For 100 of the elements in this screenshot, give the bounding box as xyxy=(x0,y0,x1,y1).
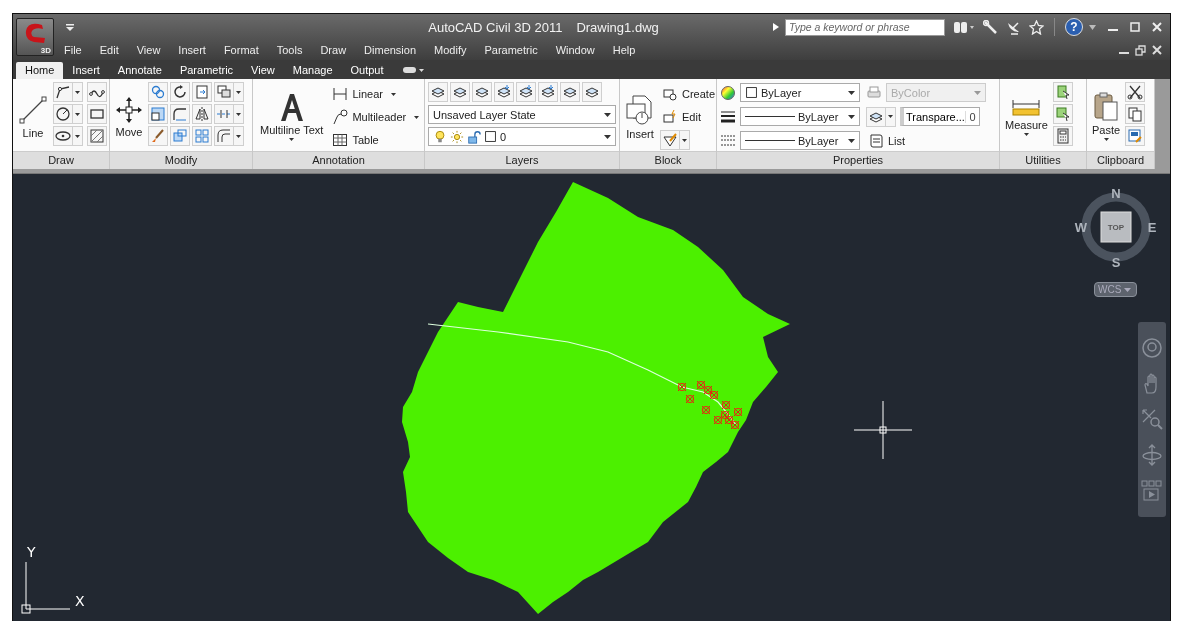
panel-title[interactable]: Layers xyxy=(425,151,619,169)
fillet-button[interactable] xyxy=(170,104,190,124)
table-button[interactable]: Table xyxy=(330,130,422,150)
menu-item[interactable]: Parametric xyxy=(474,44,546,56)
menu-item[interactable]: Dimension xyxy=(354,44,425,56)
layer-previous-button[interactable] xyxy=(494,82,514,102)
expand-arrow-icon[interactable] xyxy=(773,23,779,31)
ribbon-tab[interactable]: Manage xyxy=(283,62,342,79)
layer-off-button[interactable] xyxy=(538,82,558,102)
layer-dropdown[interactable]: 0 xyxy=(428,127,616,146)
menu-item[interactable]: Tools xyxy=(266,44,311,56)
ribbon-tab[interactable]: Parametric xyxy=(170,62,243,79)
drawing-area[interactable]: Y X N W TOP E S WCS xyxy=(13,173,1170,621)
transparency-field[interactable]: Transpare... 0 xyxy=(900,107,980,126)
panel-title[interactable]: Modify xyxy=(110,151,252,169)
transparency-button[interactable] xyxy=(866,106,886,127)
dimension-button[interactable]: Linear xyxy=(330,84,422,104)
restore-icon[interactable] xyxy=(1135,44,1146,56)
offset-button[interactable] xyxy=(214,126,234,146)
panel-title[interactable]: Annotation xyxy=(253,151,424,169)
panel-title[interactable]: Utilities xyxy=(1000,151,1086,169)
help-button[interactable]: ? xyxy=(1065,18,1083,36)
menu-item[interactable]: Window xyxy=(545,44,603,56)
dropdown-button[interactable] xyxy=(234,82,244,102)
help-caret-icon[interactable] xyxy=(1089,24,1096,30)
panel-title[interactable]: Clipboard xyxy=(1087,151,1154,169)
copy-button[interactable] xyxy=(148,82,168,102)
rotate-button[interactable] xyxy=(170,82,190,102)
application-menu-button[interactable]: 3D xyxy=(16,18,54,56)
dropdown-button[interactable] xyxy=(73,104,83,124)
viewcube-face[interactable]: TOP xyxy=(1100,211,1132,243)
rectangle-button[interactable] xyxy=(87,104,107,124)
search-field[interactable]: Type a keyword or phrase xyxy=(785,18,945,36)
list-button[interactable]: List xyxy=(866,130,908,151)
dropdown-button[interactable] xyxy=(886,106,896,127)
leader-button[interactable]: Multileader xyxy=(330,107,422,127)
layer-unisolate-button[interactable] xyxy=(560,82,580,102)
menu-item[interactable]: Help xyxy=(602,44,644,56)
close-icon[interactable] xyxy=(1152,22,1162,32)
quick-select-button[interactable] xyxy=(1052,104,1073,124)
ribbon-tab[interactable]: Annotate xyxy=(108,62,171,79)
binoculars-icon[interactable] xyxy=(953,20,975,34)
showmotion-icon[interactable] xyxy=(1141,480,1163,503)
draw-order-button[interactable] xyxy=(214,82,234,102)
create-block-button[interactable]: Create xyxy=(660,84,716,104)
satellite-dish-icon[interactable] xyxy=(1006,19,1021,35)
dropdown-button[interactable] xyxy=(680,130,690,150)
menu-item[interactable]: File xyxy=(58,44,90,56)
multiline-text-button[interactable]: Multiline Text xyxy=(256,82,328,151)
insert-button[interactable]: Insert xyxy=(623,82,657,151)
menu-item[interactable]: Format xyxy=(213,44,267,56)
dropdown-button[interactable] xyxy=(73,126,83,146)
copy-button[interactable] xyxy=(1125,104,1146,124)
layer-isolate-button[interactable] xyxy=(472,82,492,102)
layer-properties-button[interactable] xyxy=(428,82,448,102)
layer-state-dropdown[interactable]: Unsaved Layer State xyxy=(428,105,616,124)
panel-toggle-icon[interactable] xyxy=(402,66,425,74)
lineweight-dropdown[interactable]: ByLayer xyxy=(740,107,860,126)
calculator-button[interactable] xyxy=(1052,126,1073,146)
dropdown-button[interactable] xyxy=(234,104,244,124)
orbit-icon[interactable] xyxy=(1141,444,1163,467)
polyline-button[interactable] xyxy=(53,82,73,102)
wrench-icon[interactable] xyxy=(983,19,998,35)
edit-block-button[interactable]: Edit xyxy=(660,107,716,127)
color-dropdown[interactable]: ByLayer xyxy=(740,83,860,102)
quick-access-caret-icon[interactable] xyxy=(66,23,74,31)
mirror-button[interactable] xyxy=(192,104,212,124)
caret-icon xyxy=(1103,138,1109,141)
cut-button[interactable] xyxy=(1125,82,1146,102)
id-point-button[interactable] xyxy=(1052,82,1073,102)
layer-match-button[interactable] xyxy=(450,82,470,102)
menu-item[interactable]: View xyxy=(126,44,169,56)
steering-wheel-icon[interactable] xyxy=(1141,336,1163,359)
panel-title[interactable]: Properties xyxy=(717,151,999,169)
circle-button[interactable] xyxy=(53,104,73,124)
ribbon-tab[interactable]: Home xyxy=(16,62,64,79)
star-icon[interactable] xyxy=(1029,19,1044,35)
zoom-icon[interactable] xyxy=(1141,408,1163,431)
layer-walk-button[interactable] xyxy=(582,82,602,102)
hatch-button[interactable] xyxy=(87,126,107,146)
ribbon-tab[interactable]: Output xyxy=(341,62,393,79)
menu-item[interactable]: Insert xyxy=(168,44,214,56)
attribute-button[interactable] xyxy=(660,130,680,150)
panel-title[interactable]: Draw xyxy=(13,151,109,169)
ribbon-tab[interactable]: Insert xyxy=(63,62,109,79)
layer-freeze-button[interactable] xyxy=(516,82,536,102)
menu-item[interactable]: Draw xyxy=(310,44,355,56)
dropdown-button[interactable] xyxy=(234,126,244,146)
ellipse-button[interactable] xyxy=(53,126,73,146)
dropdown-button[interactable] xyxy=(73,82,83,102)
maximize-icon[interactable] xyxy=(1130,22,1140,32)
panel-title[interactable]: Block xyxy=(620,151,716,169)
linetype-dropdown[interactable]: ByLayer xyxy=(740,131,860,150)
close-icon[interactable] xyxy=(1152,45,1162,55)
match-properties-button[interactable] xyxy=(1125,126,1146,146)
ribbon-tab[interactable]: View xyxy=(242,62,284,79)
erase-button[interactable] xyxy=(148,126,168,146)
menu-item[interactable]: Edit xyxy=(89,44,127,56)
menu-item[interactable]: Modify xyxy=(424,44,475,56)
scale-button[interactable] xyxy=(148,104,168,124)
